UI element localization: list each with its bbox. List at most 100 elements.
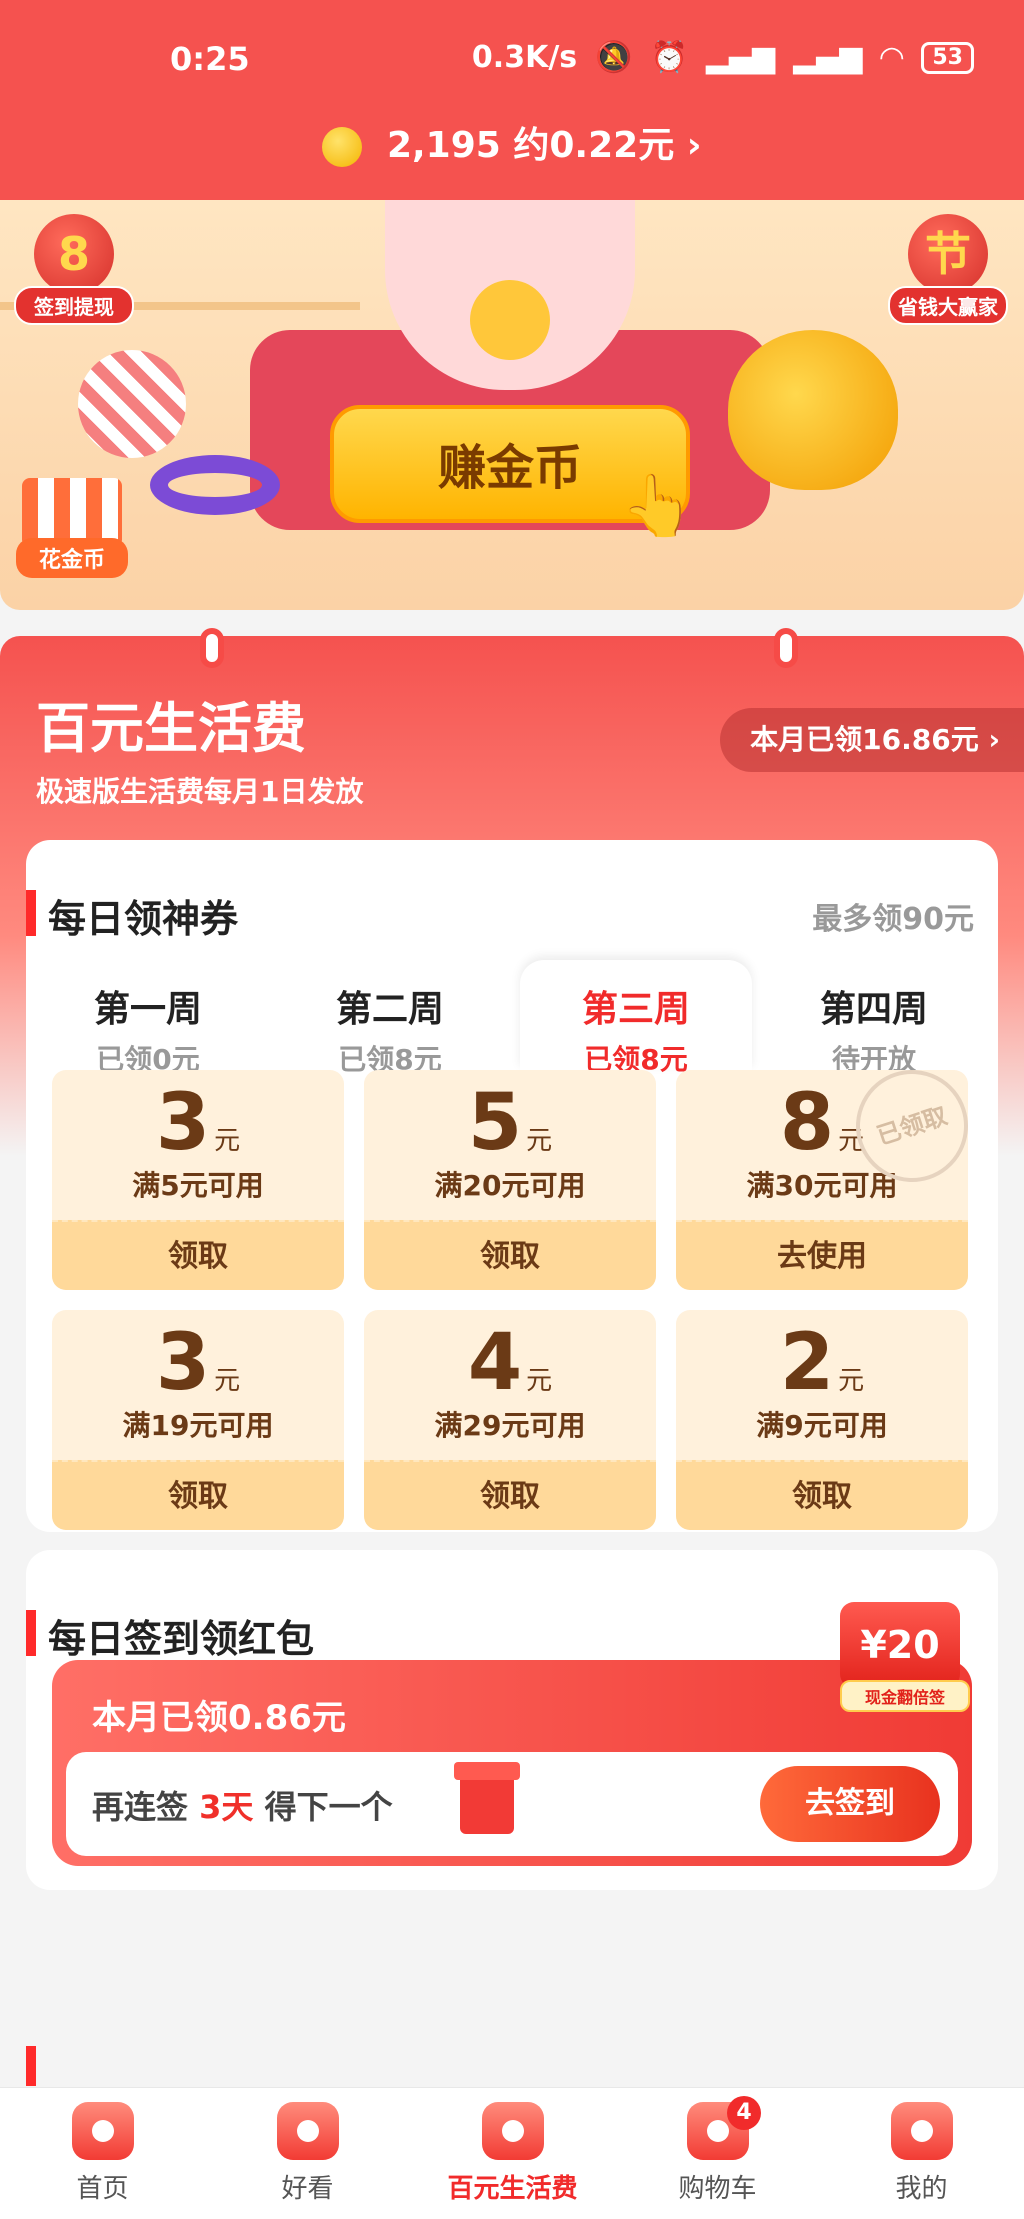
tab-week-4[interactable]: 第四周 待开放: [758, 960, 990, 1076]
daily-coupon-card: 每日领神券 最多领90元 第一周 已领0元 第二周 已领8元 第三周 已领8元 …: [26, 840, 998, 1532]
coupon-card: 已领取 8元 满30元可用 去使用: [676, 1070, 968, 1290]
claim-coupon-button[interactable]: 领取: [364, 1220, 656, 1290]
week-name: 第三周: [581, 989, 690, 1030]
sign-progress-box: 本月已领0.86元 再连签 3天 得下一个 去签到: [52, 1660, 972, 1866]
nav-profile[interactable]: 我的: [819, 2088, 1024, 2219]
month-claimed-text: 本月已领0.86元: [92, 1698, 346, 1738]
section-subtitle: 极速版生活费每月1日发放: [36, 775, 364, 808]
nav-living-allowance[interactable]: 百元生活费: [410, 2088, 615, 2219]
streak-prefix: 再连签: [92, 1788, 189, 1826]
coin-icon: [322, 127, 363, 167]
coupon-value: 3: [155, 1318, 211, 1408]
coupon-card: 3元 满19元可用 领取: [52, 1310, 344, 1530]
alarm-icon: ⏰: [650, 40, 688, 75]
title-accent-bar: [26, 890, 36, 936]
claim-coupon-button[interactable]: 领取: [52, 1220, 344, 1290]
claim-coupon-button[interactable]: 领取: [52, 1460, 344, 1530]
pointing-hand-icon: 👆: [620, 471, 695, 541]
home-icon: [71, 2102, 134, 2160]
status-icons: 0.3K/s 🔕 ⏰ ▂▄▆ ▂▄▆ ◠ 53: [472, 40, 974, 75]
coin-balance[interactable]: 2,195 约0.22元 ›: [0, 116, 1024, 168]
nav-label: 首页: [76, 2174, 129, 2204]
wallet-icon: [481, 2102, 544, 2160]
claim-coupon-button[interactable]: 领取: [364, 1460, 656, 1530]
nav-label: 好看: [281, 2174, 334, 2204]
streak-text: 再连签 3天 得下一个: [92, 1782, 393, 1828]
profile-icon: [890, 2102, 953, 2160]
tab-week-1[interactable]: 第一周 已领0元: [32, 960, 264, 1076]
coupon-value: 8: [779, 1078, 835, 1168]
coupon-value: 4: [467, 1318, 523, 1408]
coupon-card: 3元 满5元可用 领取: [52, 1070, 344, 1290]
coupon-condition: 满9元可用: [756, 1409, 888, 1442]
top-header: 0:25 0.3K/s 🔕 ⏰ ▂▄▆ ▂▄▆ ◠ 53 2,195 约0.22…: [0, 0, 1024, 200]
bottom-nav: 首页 好看 百元生活费 4 购物车 我的: [0, 2087, 1024, 2219]
title-accent-bar: [26, 1610, 36, 1656]
swim-ring-decoration: [150, 455, 280, 515]
coupon-card: 4元 满29元可用 领取: [364, 1310, 656, 1530]
cart-count-badge: 4: [727, 2096, 761, 2130]
shop-icon: [22, 478, 122, 544]
week-name: 第四周: [819, 989, 928, 1030]
coupon-unit: 元: [526, 1126, 553, 1156]
coupon-unit: 元: [526, 1366, 553, 1396]
tab-week-3[interactable]: 第三周 已领8元: [520, 960, 752, 1076]
coupon-card: 2元 满9元可用 领取: [676, 1310, 968, 1530]
tab-week-2[interactable]: 第二周 已领8元: [274, 960, 506, 1076]
streak-days: 3天: [199, 1788, 254, 1826]
signal-icon: ▂▄▆: [793, 40, 863, 75]
coupon-condition: 满20元可用: [434, 1169, 586, 1202]
status-bar: 0:25 0.3K/s 🔕 ⏰ ▂▄▆ ▂▄▆ ◠ 53: [0, 34, 1024, 84]
coupon-unit: 元: [214, 1126, 241, 1156]
max-amount: 最多领90元: [812, 902, 974, 937]
claim-coupon-button[interactable]: 领取: [676, 1460, 968, 1530]
card-title: 每日领神券: [48, 897, 239, 941]
wifi-icon: ◠: [880, 40, 904, 75]
red-packet-amount: ¥20: [840, 1602, 960, 1688]
net-speed: 0.3K/s: [471, 40, 578, 75]
video-icon: [276, 2102, 339, 2160]
coupon-value: 3: [155, 1078, 211, 1168]
coupon-value: 2: [779, 1318, 835, 1408]
signin-withdraw-badge[interactable]: 8 签到提现: [14, 214, 134, 325]
spend-coins-entry[interactable]: 花金币: [16, 478, 128, 578]
battery-icon: 53: [921, 41, 974, 74]
week-name: 第二周: [335, 989, 444, 1030]
mute-icon: 🔕: [595, 40, 633, 75]
pin-decoration: [200, 628, 224, 668]
go-sign-in-button[interactable]: 去签到: [760, 1766, 940, 1842]
ball-decoration: [78, 350, 186, 458]
coupon-value: 5: [467, 1078, 523, 1168]
nav-cart[interactable]: 4 购物车: [615, 2088, 820, 2219]
festival-char: 节: [908, 214, 988, 294]
status-time: 0:25: [170, 40, 250, 78]
signal-icon: ▂▄▆: [705, 40, 776, 75]
nav-watch[interactable]: 好看: [205, 2088, 410, 2219]
pin-decoration: [774, 628, 798, 668]
coupon-unit: 元: [214, 1366, 241, 1396]
coin-count: 2,195: [386, 125, 501, 166]
nav-label: 百元生活费: [447, 2174, 578, 2204]
festival-badge[interactable]: 节 省钱大赢家: [888, 214, 1008, 325]
monthly-claimed-pill[interactable]: 本月已领16.86元 ›: [720, 708, 1024, 772]
gift-icon: [454, 1762, 520, 1834]
living-allowance-section: 百元生活费 极速版生活费每月1日发放 本月已领16.86元 › 每日领神券 最多…: [0, 628, 1024, 2076]
sign-streak-row: 再连签 3天 得下一个 去签到: [66, 1752, 958, 1856]
nav-home[interactable]: 首页: [0, 2088, 205, 2219]
nav-label: 我的: [895, 2174, 948, 2204]
use-coupon-button[interactable]: 去使用: [676, 1220, 968, 1290]
chevron-right-icon: ›: [686, 125, 702, 166]
title-accent-bar: [26, 2046, 36, 2086]
floating-red-packet[interactable]: ¥20 现金翻倍签: [840, 1602, 970, 1714]
ingot-icon: [470, 280, 550, 360]
badge-number: 8: [34, 214, 114, 294]
coupon-condition: 满29元可用: [434, 1409, 586, 1442]
badge-label: 签到提现: [14, 286, 134, 325]
hero-banner: 赚金币 👆 8 签到提现 节 省钱大赢家 花金币: [0, 200, 1024, 610]
section-title: 百元生活费: [36, 697, 306, 760]
next-section-header: [26, 2046, 998, 2086]
week-name: 第一周: [93, 989, 202, 1030]
red-packet-tag: 现金翻倍签: [840, 1680, 970, 1712]
money-bag-icon: [728, 330, 898, 490]
coupon-card: 5元 满20元可用 领取: [364, 1070, 656, 1290]
